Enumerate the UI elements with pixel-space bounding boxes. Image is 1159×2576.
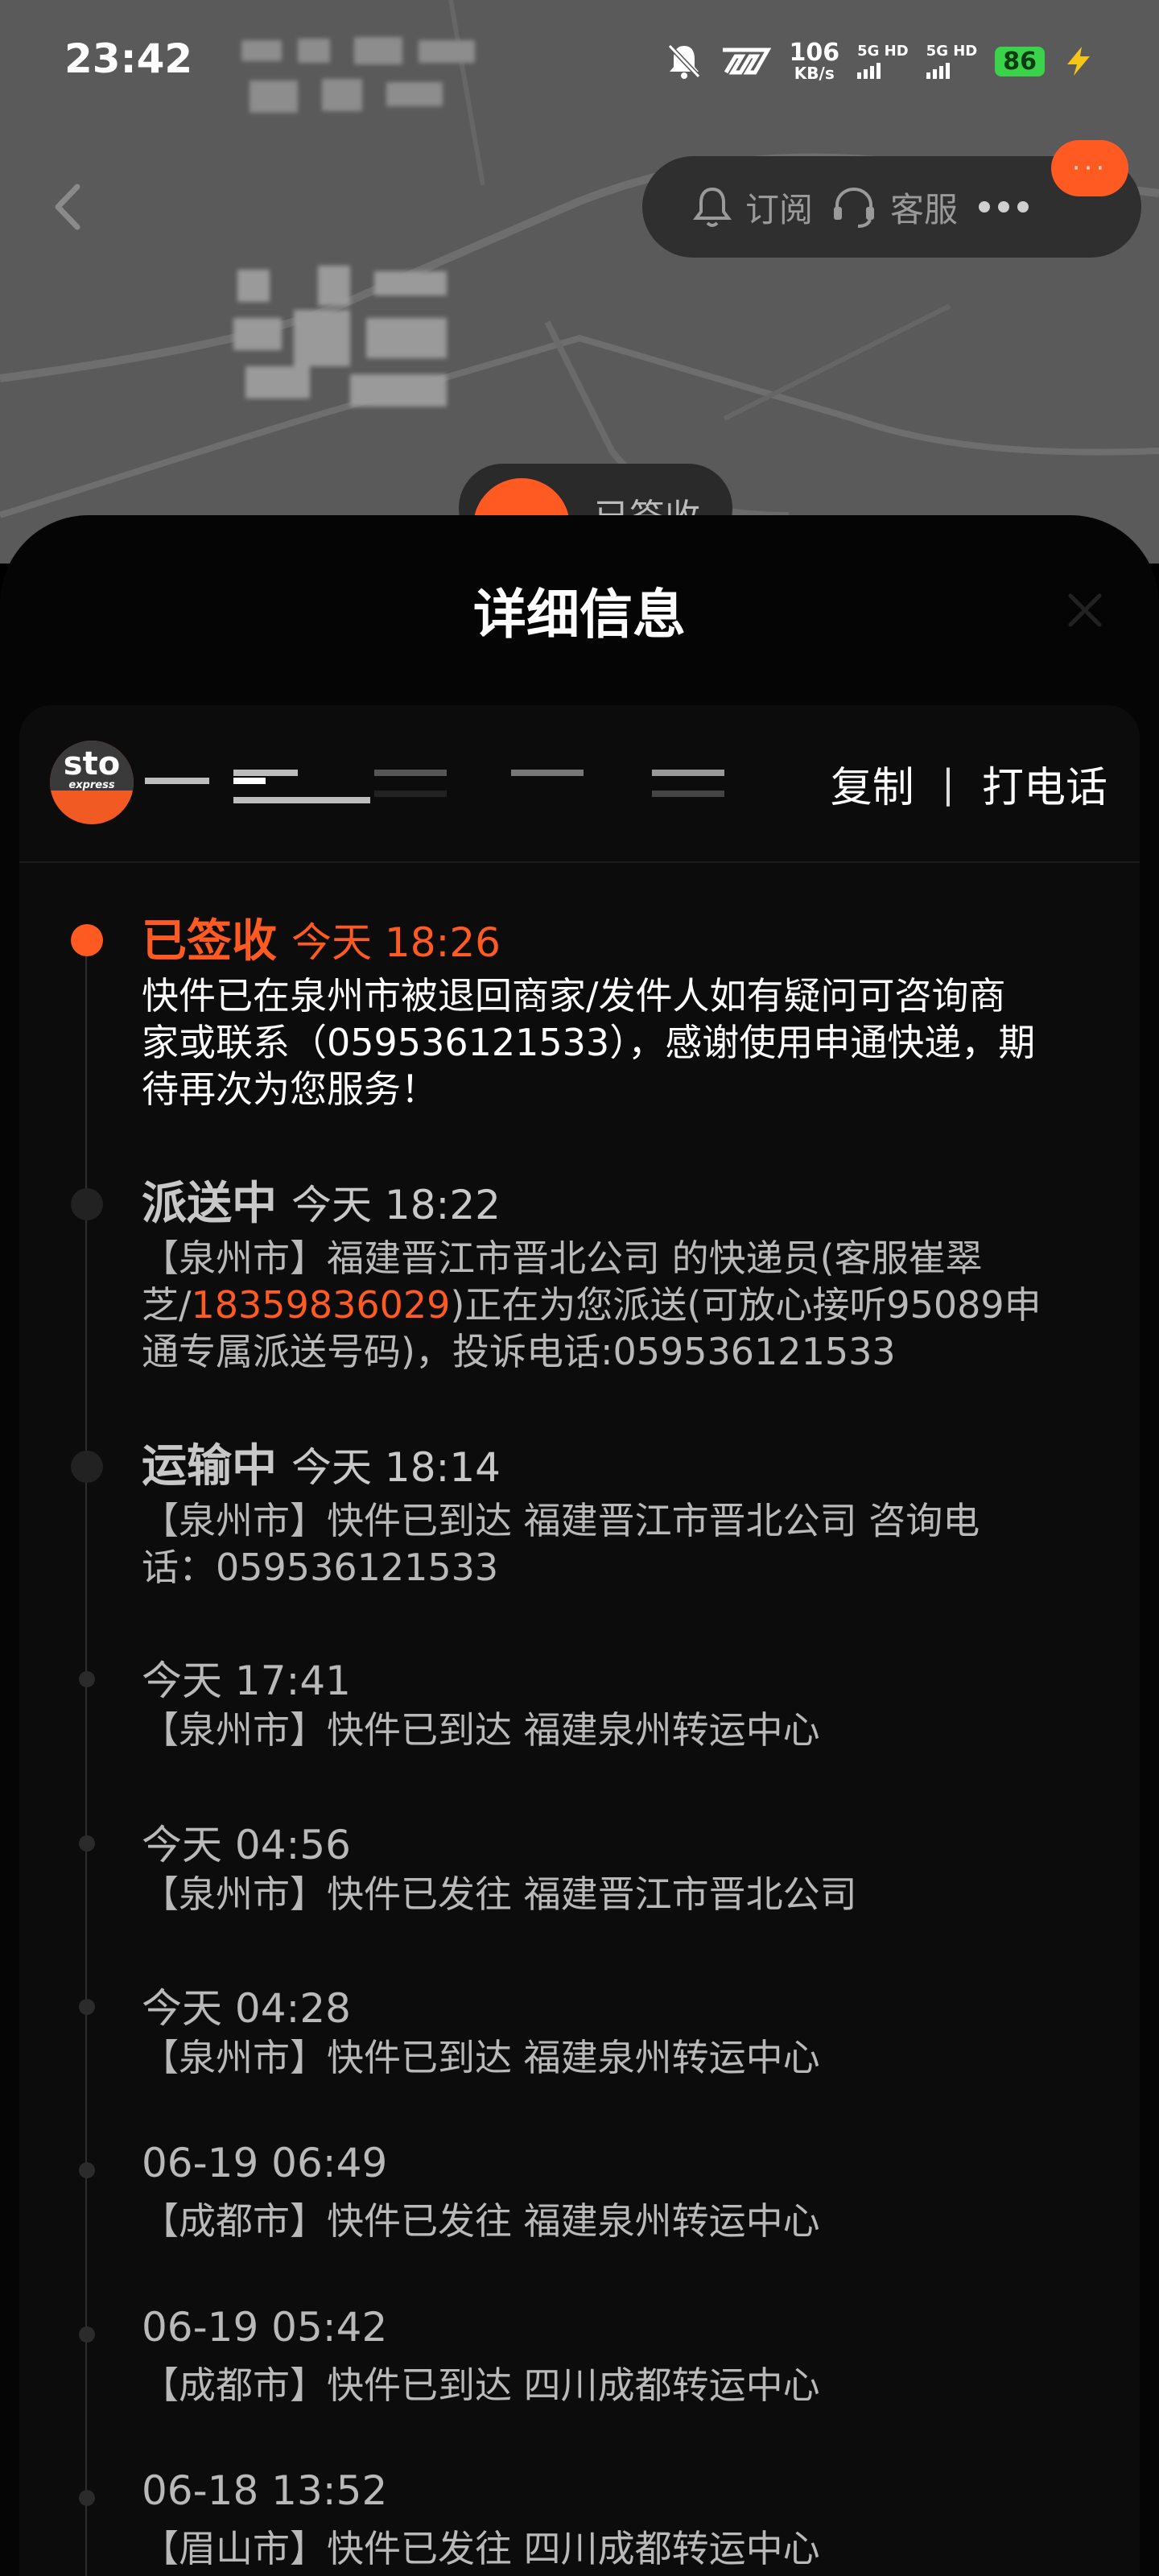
blurred-map-label [229, 262, 471, 415]
network-speed: 106 KB/s [789, 39, 840, 83]
customer-service-button[interactable]: 客服 [831, 183, 958, 232]
event-time: 06-19 05:42 [142, 2304, 388, 2351]
call-button[interactable]: 打电话 [982, 753, 1107, 814]
courier-actions: 复制 | 打电话 [831, 753, 1107, 814]
timeline-dot-small [79, 1999, 95, 2015]
detail-sheet: 详细信息 sto express 复制 | 打电话 已签收 今天 18:26 快… [0, 515, 1159, 2576]
event-status: 已签收 [142, 915, 277, 968]
event-description: 【泉州市】快件已到达 福建泉州转运中心 [142, 1708, 820, 1752]
event-time: 今天 18:14 [291, 1444, 501, 1491]
sim2-signal-icon: 5G HD [926, 43, 977, 79]
mute-bell-icon [668, 43, 701, 79]
more-bubble[interactable]: ··· [1051, 140, 1128, 196]
close-button[interactable] [1061, 586, 1109, 634]
timeline-dot-small [79, 1671, 95, 1687]
charging-bolt-icon [1067, 47, 1090, 76]
event-description: 快件已在泉州市被退回商家/发件人如有疑问可咨询商 家或联系（0595361215… [142, 974, 1036, 1111]
timeline-dot-small [79, 2490, 95, 2506]
event-time: 今天 17:41 [142, 1657, 351, 1704]
event-description: 【泉州市】快件已到达 福建晋江市晋北公司 咨询电 话：059536121533 [142, 1499, 980, 1589]
event-time: 06-19 06:49 [142, 2140, 388, 2186]
back-button[interactable] [47, 179, 87, 235]
event-time: 今天 04:28 [142, 1985, 351, 2032]
event-time: 今天 18:26 [291, 919, 501, 966]
event-time: 今天 04:56 [142, 1822, 351, 1868]
headset-icon [834, 187, 875, 228]
event-description: 【泉州市】快件已发往 福建晋江市晋北公司 [142, 1872, 857, 1916]
timeline-dot-small [79, 1835, 95, 1852]
close-icon [1068, 593, 1102, 627]
sim1-signal-icon: 5G HD [857, 43, 909, 79]
event-description: 【泉州市】福建晋江市晋北公司 的快递员(客服崔翠 芝/18359836029)正… [142, 1236, 1041, 1373]
event-description: 【成都市】快件已到达 四川成都转运中心 [142, 2363, 820, 2407]
subscribe-button[interactable]: 订阅 [692, 183, 813, 232]
subscribe-label: 订阅 [745, 189, 814, 229]
courier-phone-link[interactable]: 18359836029 [192, 1283, 451, 1327]
courier-header: sto express 复制 | 打电话 [19, 705, 1140, 863]
customer-service-label: 客服 [890, 189, 959, 229]
copy-button[interactable]: 复制 [831, 753, 914, 814]
status-icons: 106 KB/s 5G HD 5G HD 86 [666, 35, 1095, 87]
event-description: 【眉山市】快件已发往 四川成都转运中心 [142, 2527, 820, 2570]
battery-level: 86 [995, 46, 1045, 76]
bell-icon [693, 187, 732, 227]
sto-logo: sto express [50, 741, 134, 824]
tracking-card: sto express 复制 | 打电话 已签收 今天 18:26 快件已在泉州… [19, 705, 1140, 2576]
app-7-icon [723, 47, 772, 75]
timeline-dot [71, 1188, 103, 1220]
status-bar: 23:42 106 KB/s 5G HD 5G HD 86 [0, 0, 1159, 121]
more-dots-icon[interactable] [979, 201, 1029, 213]
timeline-dot-small [79, 2326, 95, 2343]
sheet-title: 详细信息 [473, 584, 686, 646]
event-time: 今天 18:22 [291, 1182, 501, 1228]
event-time: 06-18 13:52 [142, 2467, 388, 2514]
back-chevron-icon [55, 184, 80, 230]
event-status: 运输中 [142, 1440, 277, 1492]
event-description: 【泉州市】快件已到达 福建泉州转运中心 [142, 2036, 820, 2079]
event-status: 派送中 [142, 1178, 277, 1230]
event-description: 【成都市】快件已发往 福建泉州转运中心 [142, 2199, 820, 2243]
timeline-dot-small [79, 2162, 95, 2178]
action-separator: | [941, 761, 955, 807]
timeline-dot [71, 1451, 103, 1483]
timeline-dot-active [71, 924, 103, 956]
clock: 23:42 [64, 35, 193, 82]
